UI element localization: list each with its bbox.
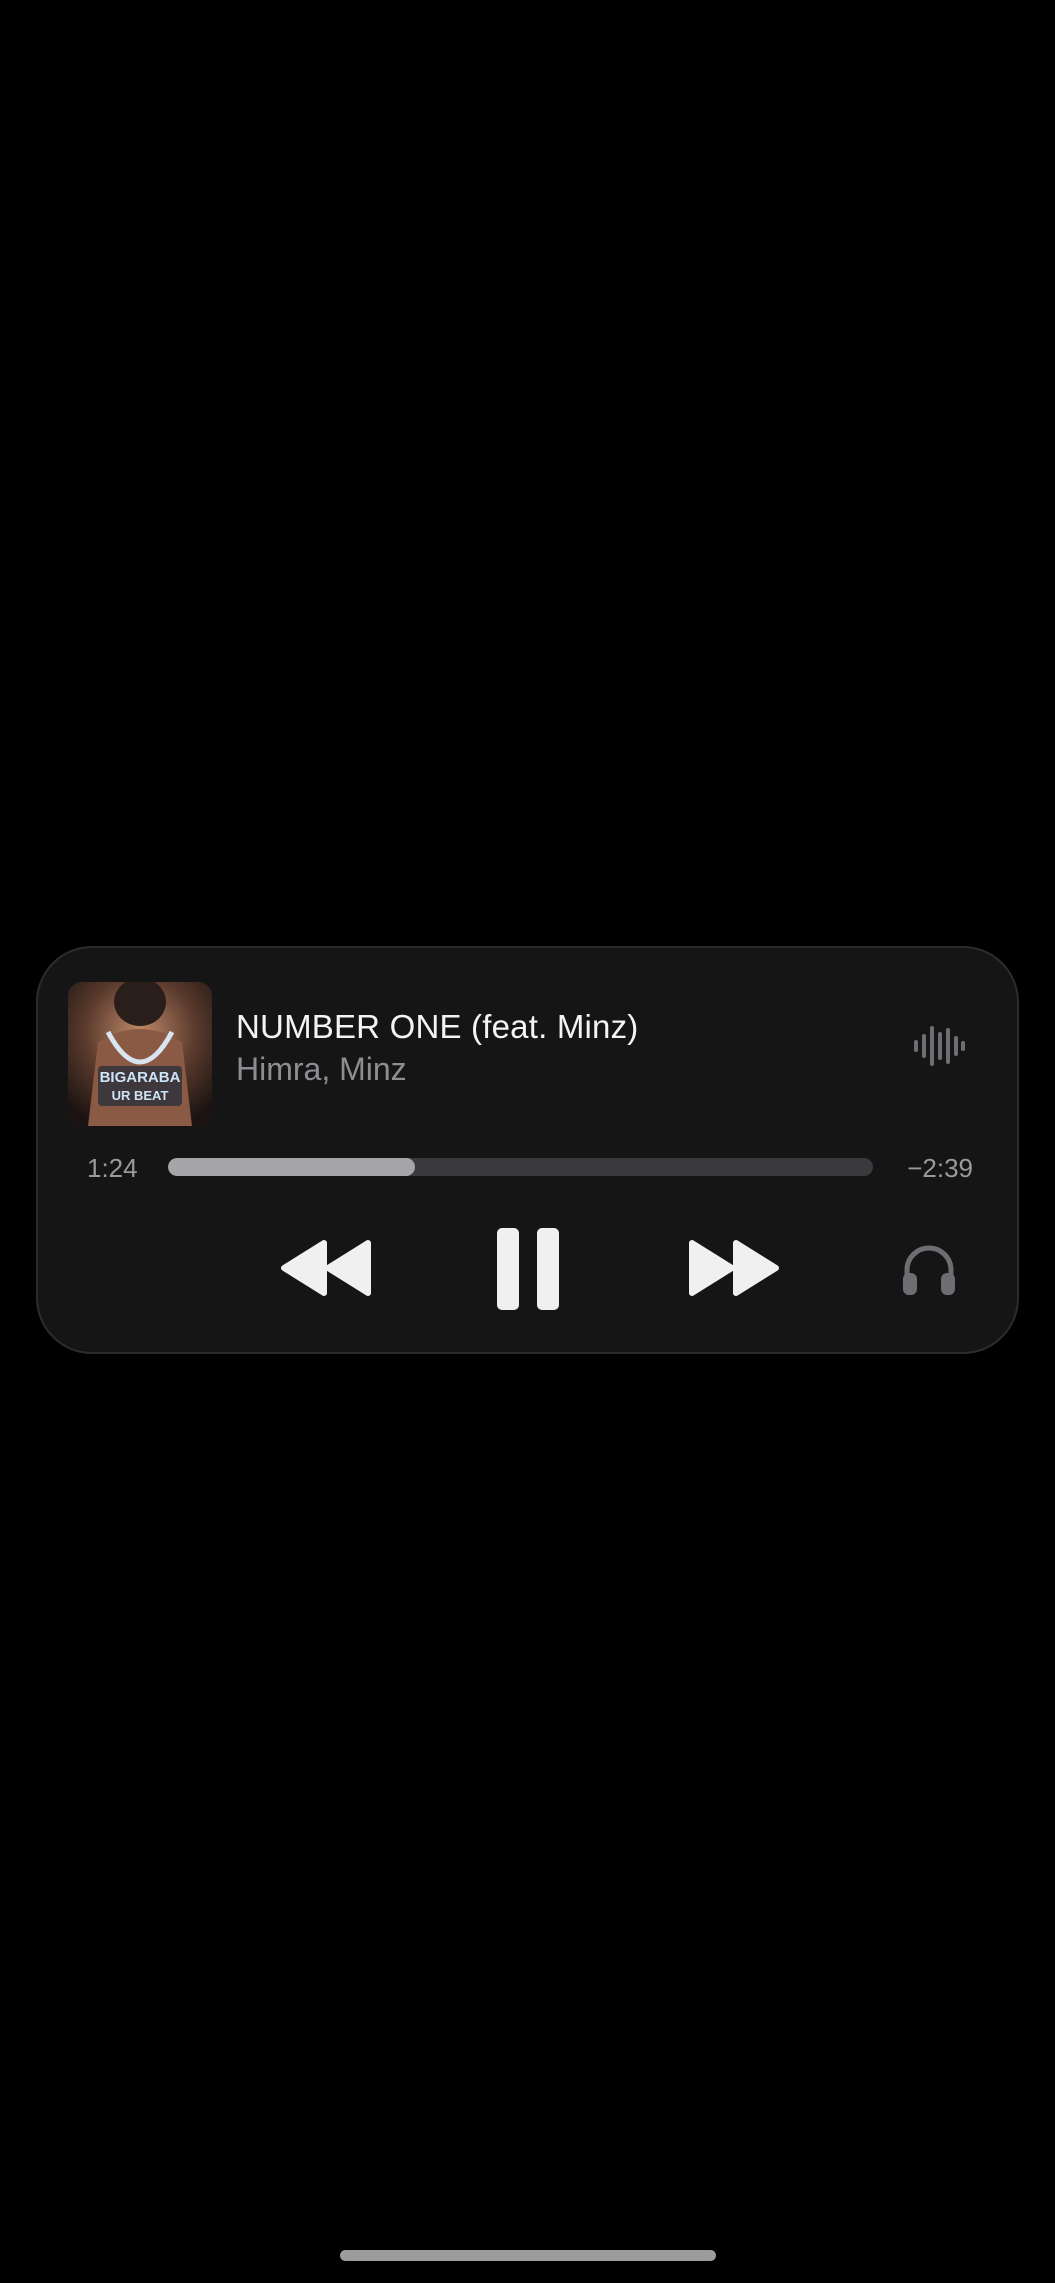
artwork-text-line-2: UR BEAT: [112, 1088, 169, 1103]
elapsed-time: 1:24: [87, 1153, 138, 1183]
now-playing-card[interactable]: BIGARABA UR BEAT NUMBER ONE (feat. Minz)…: [36, 946, 1019, 1354]
progress-scrubber[interactable]: [168, 1158, 873, 1176]
rewind-icon[interactable]: [280, 1239, 372, 1297]
album-artwork-image: BIGARABA UR BEAT: [68, 982, 212, 1126]
remaining-time: −2:39: [907, 1153, 973, 1183]
album-artwork[interactable]: BIGARABA UR BEAT: [68, 982, 212, 1126]
track-title[interactable]: NUMBER ONE (feat. Minz): [236, 1008, 876, 1046]
progress-fill: [168, 1158, 415, 1176]
artwork-text-line-1: BIGARABA: [100, 1069, 181, 1086]
fast-forward-icon[interactable]: [688, 1239, 780, 1297]
waveform-icon[interactable]: [910, 1018, 966, 1074]
pause-icon[interactable]: [495, 1226, 561, 1312]
headphones-icon[interactable]: [900, 1240, 958, 1298]
track-artist[interactable]: Himra, Minz: [236, 1051, 876, 1088]
home-indicator[interactable]: [340, 2250, 716, 2261]
